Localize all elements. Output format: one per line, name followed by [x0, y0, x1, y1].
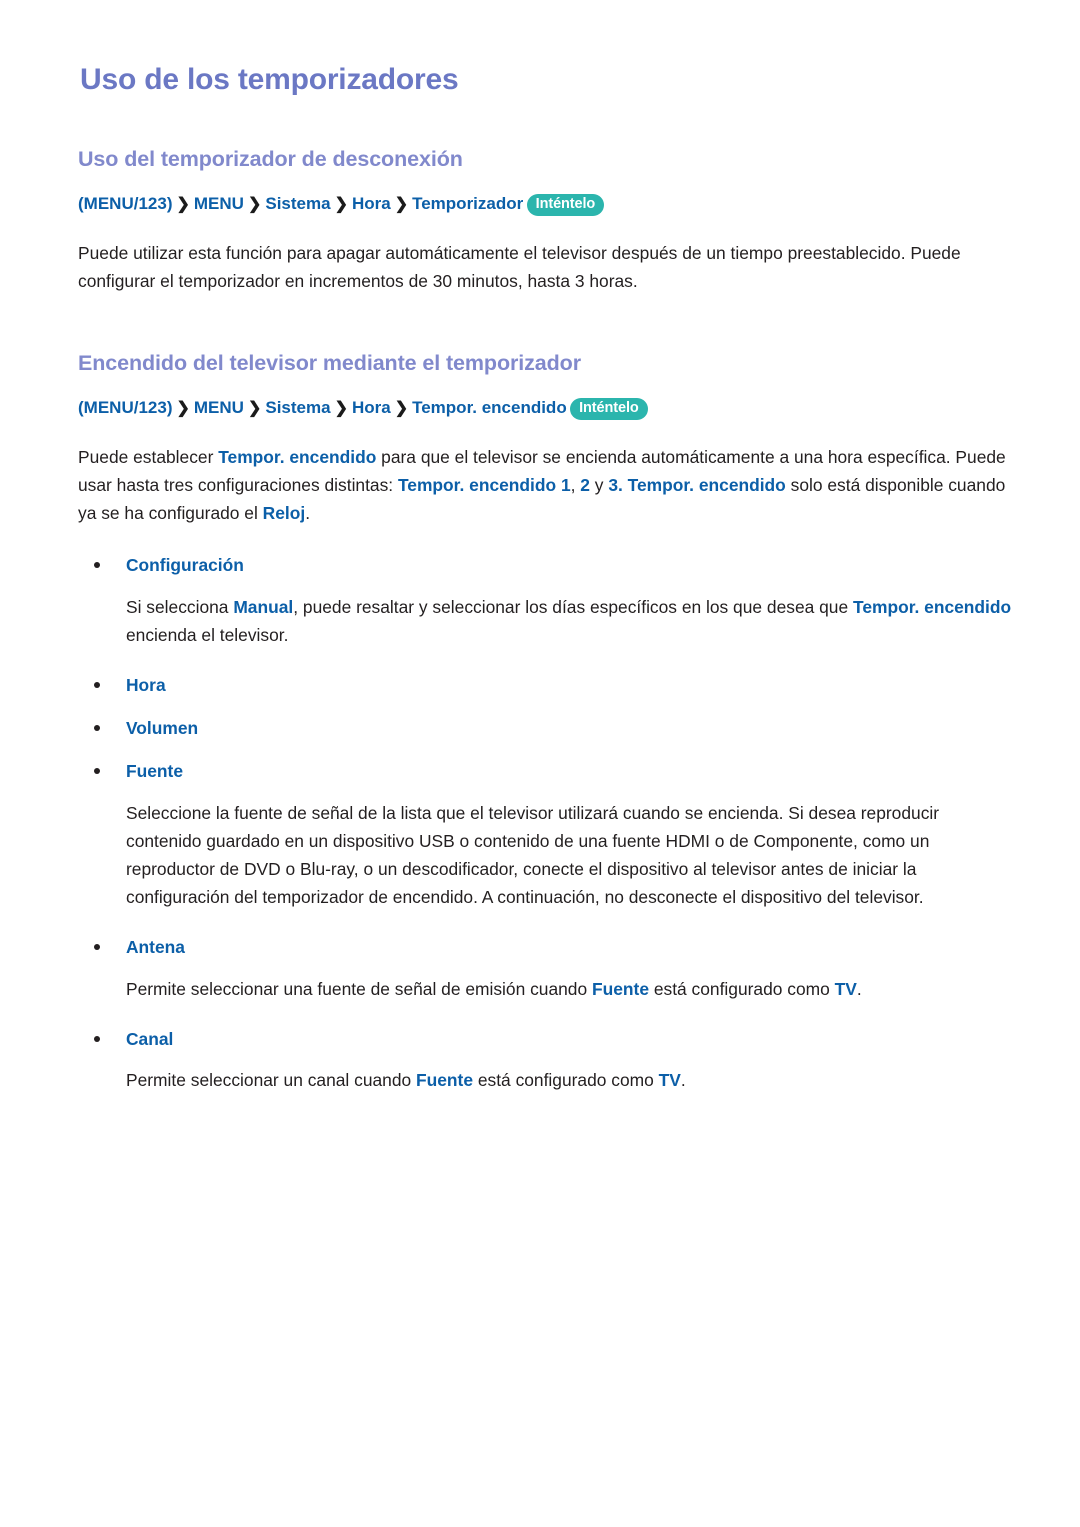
text-run: , puede resaltar y seleccionar los días …: [293, 596, 853, 617]
settings-bullet-list: Configuración Si selecciona Manual, pued…: [78, 553, 1018, 1094]
accent-fuente: Fuente: [416, 1069, 474, 1090]
try-it-badge[interactable]: Inténtelo: [526, 194, 605, 216]
page-title: Uso de los temporizadores: [80, 63, 459, 96]
list-item: Configuración Si selecciona Manual, pued…: [78, 553, 1018, 649]
breadcrumb-item-sistema[interactable]: Sistema: [265, 194, 330, 213]
bullet-label-volumen: Volumen: [126, 718, 199, 739]
chevron-right-icon: ❯: [334, 196, 348, 214]
accent-manual: Manual: [233, 596, 294, 617]
chevron-right-icon: ❯: [394, 400, 409, 418]
breadcrumb-on-timer: (MENU/123) ❯ MENU ❯ Sistema ❯ Hora ❯ Tempor. enc…: [78, 397, 1018, 421]
list-item: Volumen: [78, 716, 1018, 741]
bullet-label-hora: Hora: [126, 674, 166, 695]
bullet-dot-icon: [94, 1035, 100, 1042]
text-run: encienda el televisor.: [126, 624, 289, 645]
text-run: está configurado como: [473, 1069, 659, 1090]
breadcrumb-item-menu[interactable]: MENU: [194, 398, 244, 417]
text-run: .: [305, 503, 311, 524]
text-run: y: [589, 474, 609, 495]
chevron-right-icon: ❯: [247, 196, 262, 214]
bullet-body-canal: Permite seleccionar un canal cuando Fuen…: [126, 1066, 1018, 1094]
chevron-right-icon: ❯: [334, 400, 348, 418]
text-run: .: [856, 978, 862, 999]
paragraph-on-timer: Puede establecer Tempor. encendido para …: [78, 443, 1018, 528]
bullet-dot-icon: [94, 768, 100, 775]
accent-tempor-encendido: Tempor. encendido: [218, 446, 377, 467]
bullet-dot-icon: [94, 681, 100, 688]
breadcrumb-item-hora[interactable]: Hora: [352, 194, 391, 213]
section-heading-sleep-timer: Uso del temporizador de desconexión: [78, 147, 463, 172]
section-on-timer: Encendido del televisor mediante el temp…: [78, 351, 1018, 527]
document-page: Uso de los temporizadores Uso del tempor…: [0, 0, 1080, 1527]
text-run: ,: [570, 474, 581, 495]
list-item: Canal Permite seleccionar un canal cuand…: [78, 1027, 1018, 1094]
text-run: Permite seleccionar un canal cuando: [126, 1069, 417, 1090]
list-item: Fuente Seleccione la fuente de señal de …: [78, 759, 1018, 911]
bullet-label-fuente: Fuente: [126, 761, 184, 782]
accent-reloj: Reloj: [262, 503, 306, 524]
list-item: Antena Permite seleccionar una fuente de…: [78, 935, 1018, 1002]
text-run: .: [680, 1069, 686, 1090]
text-run: está configurado como: [649, 978, 835, 999]
breadcrumb-item-sistema[interactable]: Sistema: [265, 398, 330, 417]
bullet-body-antena: Permite seleccionar una fuente de señal …: [126, 975, 1018, 1003]
chevron-right-icon: ❯: [247, 400, 262, 418]
accent-tv: TV: [834, 978, 857, 999]
bullet-label-configuracion: Configuración: [126, 555, 244, 576]
breadcrumb-item-root[interactable]: MENU/123: [84, 398, 167, 417]
text-run: Permite seleccionar una fuente de señal …: [126, 978, 592, 999]
breadcrumb-item-temporizador[interactable]: Temporizador: [412, 194, 523, 213]
text-run: Si selecciona: [126, 596, 234, 617]
breadcrumb-item-menu[interactable]: MENU: [194, 194, 244, 213]
paragraph-sleep-timer: Puede utilizar esta función para apagar …: [78, 242, 961, 292]
list-item: Hora: [78, 673, 1018, 698]
accent-tempor-encendido-1: Tempor. encendido 1: [397, 474, 571, 495]
breadcrumb-item-hora[interactable]: Hora: [352, 398, 391, 417]
breadcrumb-item-tempor-encendido[interactable]: Tempor. encendido: [412, 398, 567, 417]
chevron-right-icon: ❯: [176, 196, 190, 214]
bullet-label-antena: Antena: [126, 937, 185, 958]
accent-tempor-encendido-2: 2: [580, 474, 590, 495]
chevron-right-icon: ❯: [394, 196, 409, 214]
accent-tv: TV: [658, 1069, 681, 1090]
bullet-body-configuracion: Si selecciona Manual, puede resaltar y s…: [126, 593, 1018, 649]
bullet-dot-icon: [94, 562, 100, 569]
bullet-dot-icon: [94, 725, 100, 732]
bullet-dot-icon: [94, 944, 100, 951]
section-heading-on-timer: Encendido del televisor mediante el temp…: [78, 351, 581, 376]
accent-fuente: Fuente: [591, 978, 649, 999]
try-it-badge[interactable]: Inténtelo: [570, 398, 648, 420]
breadcrumb-item-root[interactable]: MENU/123: [84, 194, 167, 213]
breadcrumb-sleep-timer: (MENU/123) ❯ MENU ❯ Sistema ❯ Hora ❯ Temporizado…: [78, 193, 1018, 217]
bullet-body-fuente: Seleccione la fuente de señal de la list…: [126, 802, 940, 908]
chevron-right-icon: ❯: [176, 400, 190, 418]
accent-tempor-encendido: Tempor. encendido: [852, 596, 1012, 617]
bullet-label-canal: Canal: [126, 1028, 174, 1049]
accent-tempor-encendido-3: 3. Tempor. encendido: [608, 474, 786, 495]
text-run: Puede establecer: [78, 446, 219, 467]
section-sleep-timer: Uso del temporizador de desconexión (MEN…: [78, 147, 1018, 295]
